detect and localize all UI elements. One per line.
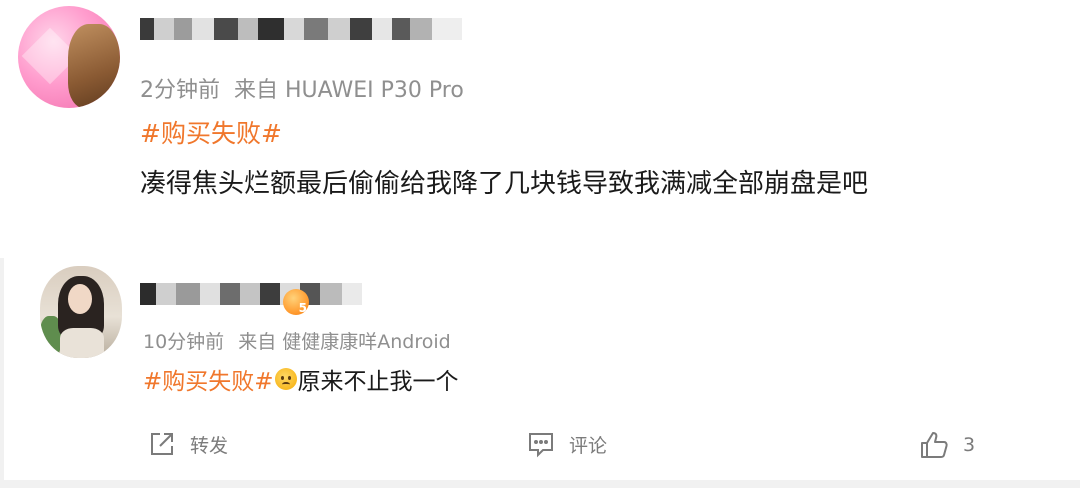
reply-author-name-redacted[interactable] — [140, 283, 362, 305]
post-time: 2分钟前 — [140, 78, 220, 103]
like-button[interactable]: 3 — [919, 430, 975, 460]
avatar-body — [60, 328, 104, 358]
comment-button[interactable]: 评论 — [527, 430, 607, 458]
like-count: 3 — [963, 434, 976, 456]
frowning-face-icon — [274, 368, 297, 390]
author-name-redacted[interactable] — [140, 18, 462, 40]
post-meta: 2分钟前 来自 HUAWEI P30 Pro — [140, 72, 464, 104]
avatar[interactable] — [40, 266, 122, 358]
action-bar: 转发 评论 3 — [0, 424, 1080, 464]
post-text: 凑得焦头烂额最后偷偷给我降了几块钱导致我满减全部崩盘是吧 — [140, 169, 869, 199]
topic-tag[interactable]: #购买失败# — [140, 114, 282, 150]
share-icon — [151, 433, 173, 455]
thumbs-up-icon — [921, 432, 948, 458]
share-label: 转发 — [190, 434, 229, 457]
reply-time: 10分钟前 — [143, 331, 225, 353]
avatar-pet-image — [68, 24, 120, 108]
vip-level: 5 — [298, 301, 307, 315]
avatar-face — [68, 284, 92, 314]
avatar[interactable] — [18, 6, 120, 108]
reply-text-line: #购买失败# 原来不止我一个 — [143, 362, 459, 396]
vip-badge-icon[interactable]: 5 — [283, 289, 309, 315]
comment-icon — [529, 433, 553, 458]
reply-topic-tag[interactable]: #购买失败# — [143, 362, 274, 396]
share-button[interactable]: 转发 — [148, 430, 228, 458]
comment-label: 评论 — [569, 434, 608, 457]
post-source: 来自 HUAWEI P30 Pro — [234, 78, 464, 103]
reply-text: 原来不止我一个 — [297, 369, 459, 395]
reply-meta: 10分钟前 来自 健健康康咩Android — [143, 327, 451, 354]
bottom-divider — [0, 480, 1080, 488]
reply-source: 来自 健健康康咩Android — [238, 331, 451, 353]
